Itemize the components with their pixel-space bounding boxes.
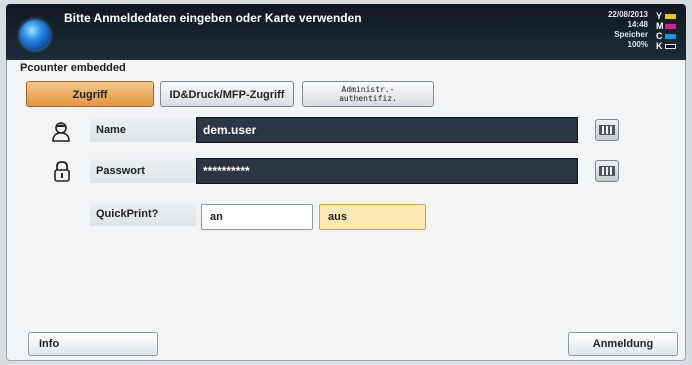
password-keyboard-button[interactable] xyxy=(595,160,619,182)
tab-zugriff[interactable]: Zugriff xyxy=(26,81,154,107)
tab-admin-line1: Administr.- xyxy=(341,85,395,94)
keyboard-icon xyxy=(599,166,615,176)
memory-label: Speicher xyxy=(614,30,648,39)
memory-value: 100% xyxy=(627,40,648,49)
toner-levels: Y M C K xyxy=(656,11,678,51)
quickprint-off-button[interactable]: aus xyxy=(319,204,426,230)
time-text: 14:48 xyxy=(627,20,648,29)
name-input[interactable]: dem.user xyxy=(196,117,578,143)
date-text: 22/08/2013 xyxy=(607,10,648,19)
toner-y-bar xyxy=(665,13,676,19)
info-button[interactable]: Info xyxy=(28,332,158,356)
toner-c-letter: C xyxy=(656,31,663,41)
tab-admin-line2: authentifiz. xyxy=(339,94,397,103)
password-input[interactable]: ********** xyxy=(196,158,578,184)
lock-icon xyxy=(54,161,70,182)
section-label: Pcounter embedded xyxy=(20,62,126,74)
toner-k: K xyxy=(656,41,678,51)
quickprint-label: QuickPrint? xyxy=(90,202,196,226)
name-label: Name xyxy=(90,118,196,142)
toner-k-bar xyxy=(665,43,676,49)
status-orb-icon xyxy=(20,20,50,50)
status-readout: 22/08/2013 14:48 Speicher 100% xyxy=(608,10,648,50)
toner-y-letter: Y xyxy=(656,11,663,21)
toner-m-letter: M xyxy=(656,21,664,31)
toner-m: M xyxy=(656,21,678,31)
title-bar: Bitte Anmeldedaten eingeben oder Karte v… xyxy=(6,4,686,60)
toner-c: C xyxy=(656,31,678,41)
toner-m-bar xyxy=(665,23,676,29)
quickprint-on-button[interactable]: an xyxy=(201,204,313,230)
touch-panel: Bitte Anmeldedaten eingeben oder Karte v… xyxy=(6,4,686,361)
user-icon xyxy=(52,122,70,142)
page-title: Bitte Anmeldedaten eingeben oder Karte v… xyxy=(64,11,362,25)
password-label: Passwort xyxy=(90,159,196,183)
toner-y: Y xyxy=(656,11,678,21)
toner-k-letter: K xyxy=(656,41,663,51)
tab-admin-authentifiz[interactable]: Administr.- authentifiz. xyxy=(302,81,434,107)
keyboard-icon xyxy=(599,125,615,135)
name-keyboard-button[interactable] xyxy=(595,119,619,141)
tab-id-druck-mfp-zugriff[interactable]: ID&Druck/MFP-Zugriff xyxy=(160,81,294,107)
toner-c-bar xyxy=(665,33,676,39)
login-button[interactable]: Anmeldung xyxy=(568,332,678,356)
